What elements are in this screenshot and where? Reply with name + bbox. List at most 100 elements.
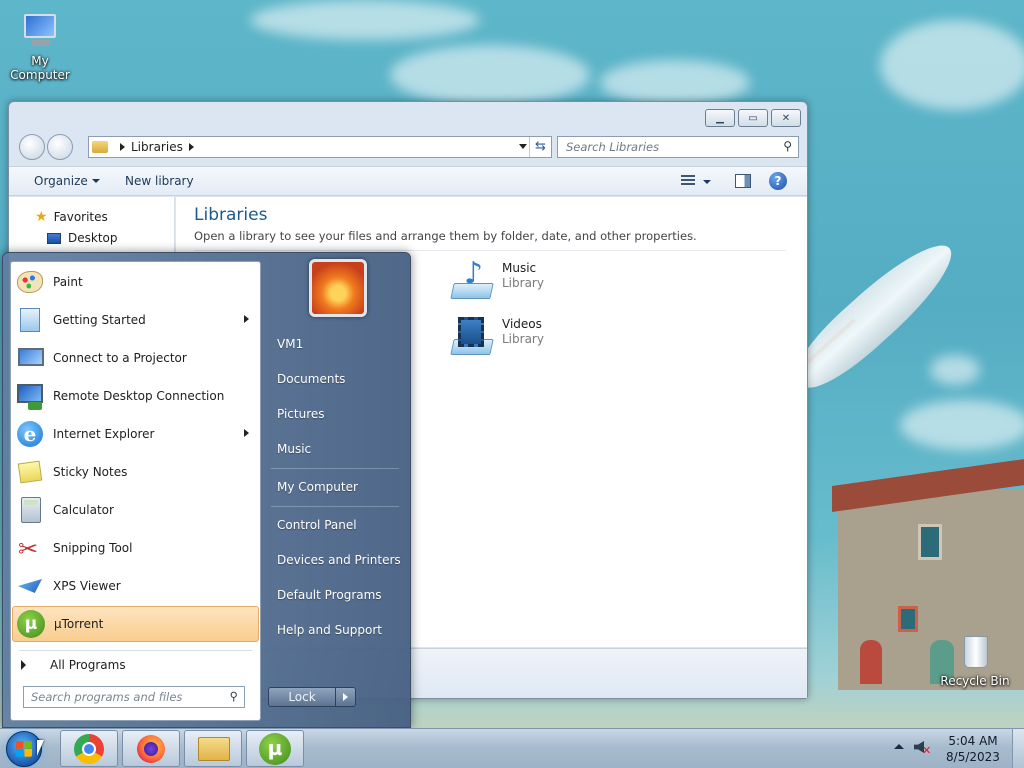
forward-button[interactable] bbox=[47, 134, 73, 160]
search-libraries-input[interactable]: Search Libraries ⚲ bbox=[557, 136, 799, 158]
close-icon: ✕ bbox=[781, 112, 791, 124]
recycle-bin-icon bbox=[954, 632, 996, 672]
library-type: Library bbox=[502, 332, 544, 346]
breadcrumb-separator-icon bbox=[120, 143, 125, 151]
user-picture[interactable] bbox=[309, 259, 367, 317]
library-type: Library bbox=[502, 276, 544, 290]
program-remote-desktop[interactable]: Remote Desktop Connection bbox=[12, 378, 259, 414]
program-snipping-tool[interactable]: ✂ Snipping Tool bbox=[12, 530, 259, 566]
chevron-down-icon[interactable] bbox=[703, 180, 711, 184]
organize-button[interactable]: Organize bbox=[34, 174, 100, 188]
all-programs-label: All Programs bbox=[50, 658, 126, 672]
page-title: Libraries bbox=[194, 205, 268, 225]
taskbar-clock[interactable]: 5:04 AM 8/5/2023 bbox=[940, 733, 1006, 765]
desktop-icon-recycle-bin[interactable]: Recycle Bin bbox=[935, 632, 1015, 688]
close-button[interactable]: ✕ bbox=[771, 109, 801, 127]
start-item-my-computer[interactable]: My Computer bbox=[277, 480, 358, 494]
mute-x-icon: ✕ bbox=[922, 744, 932, 757]
program-label: Snipping Tool bbox=[53, 541, 133, 555]
show-desktop-button[interactable] bbox=[1012, 729, 1024, 768]
preview-pane-icon[interactable] bbox=[735, 174, 751, 188]
remote-desktop-icon bbox=[14, 380, 46, 412]
nav-item-label: Favorites bbox=[53, 210, 108, 224]
program-utorrent[interactable]: µ µTorrent bbox=[12, 606, 259, 642]
help-icon[interactable]: ? bbox=[769, 172, 787, 190]
sticky-notes-icon bbox=[14, 456, 46, 488]
program-label: Remote Desktop Connection bbox=[53, 389, 225, 403]
submenu-arrow-icon[interactable] bbox=[244, 315, 249, 323]
clock-time: 5:04 AM bbox=[948, 734, 998, 748]
breadcrumb-separator-icon[interactable] bbox=[188, 143, 194, 151]
nav-item-favorites[interactable]: ★ Favorites bbox=[35, 209, 108, 225]
address-bar[interactable]: Libraries ⇆ bbox=[88, 136, 552, 158]
refresh-button[interactable]: ⇆ bbox=[529, 137, 551, 157]
new-library-button[interactable]: New library bbox=[125, 174, 194, 188]
program-label: Connect to a Projector bbox=[53, 351, 187, 365]
start-item-help-support[interactable]: Help and Support bbox=[277, 623, 382, 637]
start-item-pictures[interactable]: Pictures bbox=[277, 407, 325, 421]
submenu-arrow-icon[interactable] bbox=[244, 429, 249, 437]
nav-item-desktop[interactable]: Desktop bbox=[35, 231, 118, 245]
firefox-icon bbox=[137, 735, 165, 763]
command-bar: Organize New library ? bbox=[9, 166, 807, 196]
taskbar-utorrent-button[interactable]: µ bbox=[246, 730, 304, 767]
program-connect-projector[interactable]: Connect to a Projector bbox=[12, 340, 259, 376]
taskbar-chrome-button[interactable] bbox=[60, 730, 118, 767]
maximize-icon: ▭ bbox=[748, 112, 758, 124]
divider bbox=[19, 650, 252, 651]
mouse-cursor-icon bbox=[37, 740, 44, 756]
start-item-devices-printers[interactable]: Devices and Printers bbox=[277, 553, 401, 567]
shutdown-options-arrow-icon[interactable] bbox=[336, 687, 356, 707]
page-subtitle: Open a library to see your files and arr… bbox=[194, 229, 697, 243]
paint-icon bbox=[14, 266, 46, 298]
program-label: Calculator bbox=[53, 503, 114, 517]
program-label: Sticky Notes bbox=[53, 465, 128, 479]
start-item-music[interactable]: Music bbox=[277, 442, 311, 456]
music-library-icon: ♪ bbox=[448, 259, 496, 305]
library-name: Music bbox=[502, 261, 537, 275]
desktop-icon-my-computer[interactable]: My Computer bbox=[0, 12, 80, 82]
explorer-folder-icon bbox=[198, 737, 230, 761]
program-label: XPS Viewer bbox=[53, 579, 121, 593]
divider bbox=[271, 468, 399, 469]
maximize-button[interactable]: ▭ bbox=[738, 109, 768, 127]
all-programs-arrow-icon bbox=[21, 660, 26, 670]
program-label: Internet Explorer bbox=[53, 427, 155, 441]
videos-library-icon bbox=[448, 315, 496, 361]
minimize-icon: ▁ bbox=[716, 112, 724, 124]
program-calculator[interactable]: Calculator bbox=[12, 492, 259, 528]
start-item-user-folder[interactable]: VM1 bbox=[277, 337, 303, 351]
program-label: Getting Started bbox=[53, 313, 146, 327]
program-getting-started[interactable]: Getting Started bbox=[12, 302, 259, 338]
breadcrumb-libraries[interactable]: Libraries bbox=[131, 140, 183, 154]
search-programs-input[interactable]: Search programs and files ⚲ bbox=[23, 686, 245, 708]
taskbar-explorer-button[interactable] bbox=[184, 730, 242, 767]
start-item-documents[interactable]: Documents bbox=[277, 372, 345, 386]
all-programs-button[interactable]: All Programs bbox=[21, 658, 126, 672]
organize-label: Organize bbox=[34, 174, 88, 188]
program-paint[interactable]: Paint bbox=[12, 264, 259, 300]
chevron-down-icon bbox=[91, 179, 100, 183]
utorrent-icon: µ bbox=[15, 608, 47, 640]
taskbar-firefox-button[interactable] bbox=[122, 730, 180, 767]
show-hidden-icons-button[interactable] bbox=[894, 744, 904, 749]
start-item-default-programs[interactable]: Default Programs bbox=[277, 588, 382, 602]
lock-button[interactable]: Lock bbox=[268, 687, 336, 707]
search-placeholder: Search programs and files bbox=[31, 690, 183, 704]
taskbar: µ ✕ 5:04 AM 8/5/2023 bbox=[0, 728, 1024, 768]
change-view-icon[interactable] bbox=[681, 175, 695, 187]
internet-explorer-icon: e bbox=[14, 418, 46, 450]
program-xps-viewer[interactable]: XPS Viewer bbox=[12, 568, 259, 604]
desktop-icon-label: Recycle Bin bbox=[940, 674, 1010, 688]
program-sticky-notes[interactable]: Sticky Notes bbox=[12, 454, 259, 490]
back-button[interactable] bbox=[19, 134, 45, 160]
chrome-icon bbox=[74, 734, 104, 764]
address-dropdown-icon[interactable] bbox=[519, 144, 527, 149]
library-item-videos[interactable]: Videos Library bbox=[448, 315, 544, 361]
minimize-button[interactable]: ▁ bbox=[705, 109, 735, 127]
start-item-control-panel[interactable]: Control Panel bbox=[277, 518, 357, 532]
program-internet-explorer[interactable]: e Internet Explorer bbox=[12, 416, 259, 452]
divider bbox=[271, 506, 399, 507]
getting-started-icon bbox=[14, 304, 46, 336]
library-item-music[interactable]: ♪ Music Library bbox=[448, 259, 544, 305]
